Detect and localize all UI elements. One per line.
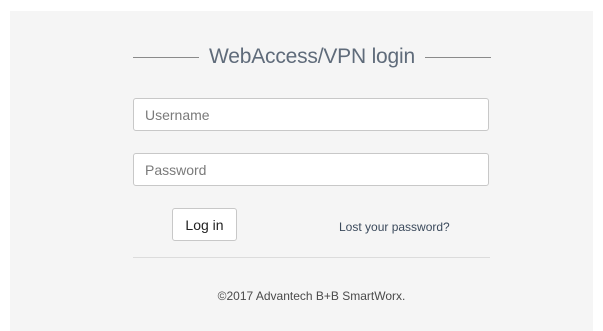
lost-password-link[interactable]: Lost your password? xyxy=(339,220,450,234)
title-right-rule xyxy=(424,56,491,58)
page-title: WebAccess/VPN login xyxy=(209,45,415,68)
copyright-text: ©2017 Advantech B+B SmartWorx. xyxy=(217,289,406,303)
username-input[interactable] xyxy=(133,98,489,131)
password-input[interactable] xyxy=(133,153,489,186)
login-header: WebAccess/VPN login xyxy=(133,42,491,72)
title-left-rule xyxy=(133,56,200,58)
login-button[interactable]: Log in xyxy=(172,208,237,241)
footer-divider xyxy=(133,257,490,258)
